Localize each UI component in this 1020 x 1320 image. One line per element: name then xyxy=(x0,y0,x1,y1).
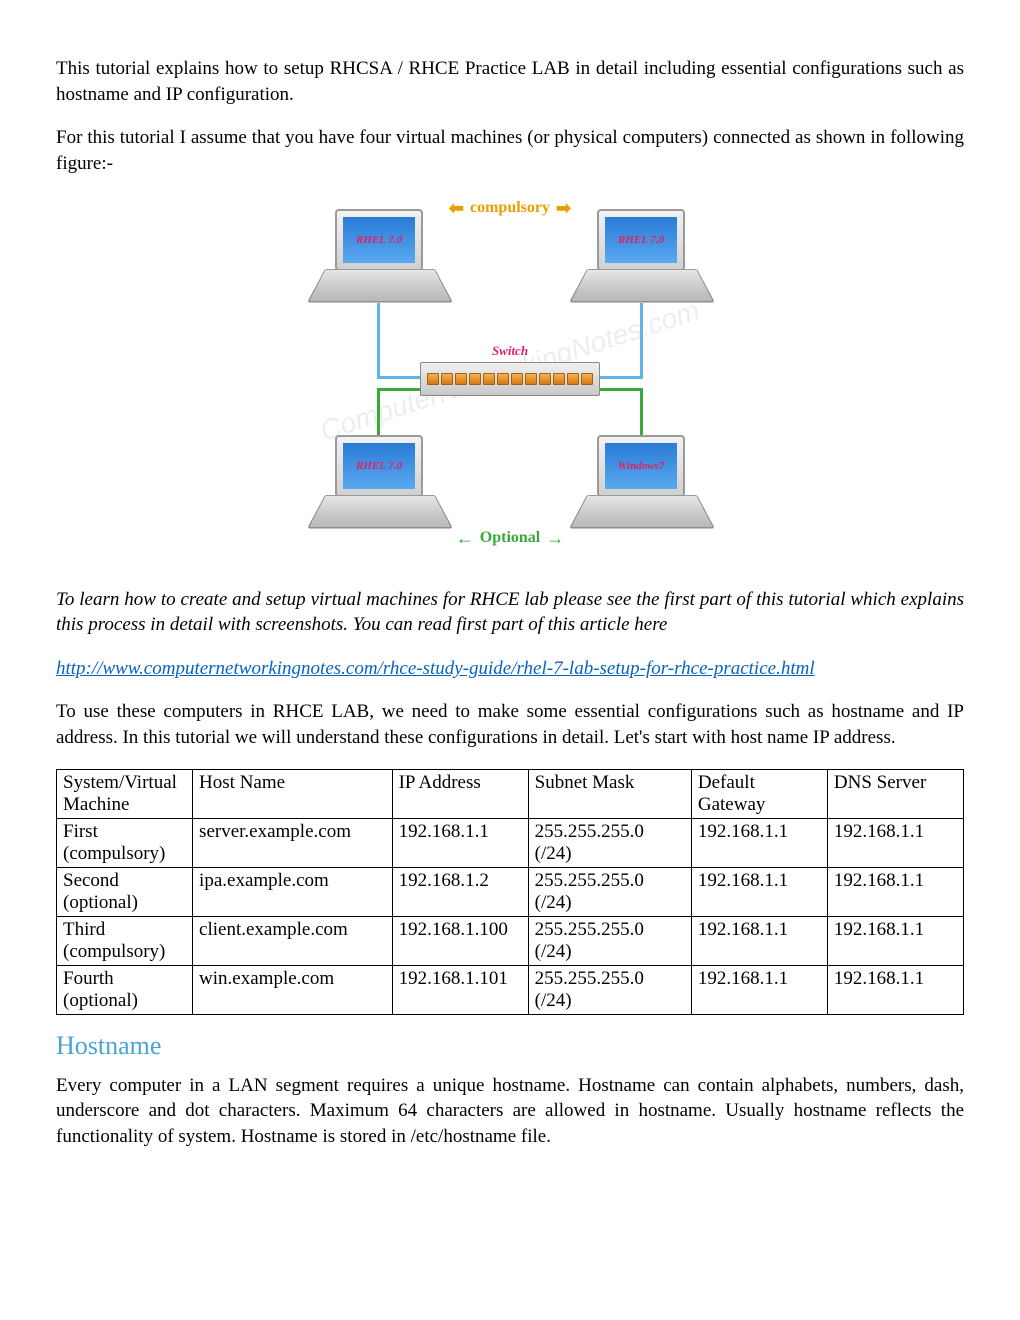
heading-hostname: Hostname xyxy=(56,1031,964,1061)
network-diagram-container: ⬅ compulsory ➡ ComputerNetworkingNotes.c… xyxy=(56,195,964,547)
cell-system: Fourth (optional) xyxy=(57,965,193,1014)
cell-system: First (compulsory) xyxy=(57,818,193,867)
network-diagram: ⬅ compulsory ➡ ComputerNetworkingNotes.c… xyxy=(321,195,699,547)
table-row: Second (optional) ipa.example.com 192.16… xyxy=(57,867,964,916)
laptop-bottom-right: Windows7 xyxy=(587,435,695,527)
arrow-right-icon: ➡ xyxy=(556,199,571,217)
tutorial-link-paragraph: http://www.computernetworkingnotes.com/r… xyxy=(56,656,964,682)
compulsory-text: compulsory xyxy=(470,199,550,217)
cell-hostname: win.example.com xyxy=(193,965,393,1014)
italic-note-paragraph: To learn how to create and setup virtual… xyxy=(56,587,964,638)
optional-text: Optional xyxy=(480,529,540,547)
cell-ip: 192.168.1.1 xyxy=(392,818,528,867)
cell-dns: 192.168.1.1 xyxy=(827,867,963,916)
wire-top-left-v xyxy=(377,303,380,379)
cell-subnet: 255.255.255.0 (/24) xyxy=(528,916,691,965)
cell-gateway: 192.168.1.1 xyxy=(691,818,827,867)
cell-ip: 192.168.1.101 xyxy=(392,965,528,1014)
wire-top-right-v xyxy=(640,303,643,379)
laptop-tl-label: RHEL 7.0 xyxy=(343,217,415,263)
wire-top-left-h xyxy=(377,376,421,379)
cell-subnet: 255.255.255.0 (/24) xyxy=(528,867,691,916)
cell-gateway: 192.168.1.1 xyxy=(691,867,827,916)
intro-paragraph-2: For this tutorial I assume that you have… xyxy=(56,125,964,176)
table-row: First (compulsory) server.example.com 19… xyxy=(57,818,964,867)
wire-bottom-right-h xyxy=(599,388,643,391)
cell-ip: 192.168.1.2 xyxy=(392,867,528,916)
th-gateway: Default Gateway xyxy=(691,769,827,818)
cell-subnet: 255.255.255.0 (/24) xyxy=(528,965,691,1014)
laptop-top-left: RHEL 7.0 xyxy=(325,209,433,301)
laptop-bottom-left: RHEL 7.0 xyxy=(325,435,433,527)
hostname-body-paragraph: Every computer in a LAN segment requires… xyxy=(56,1073,964,1150)
cell-gateway: 192.168.1.1 xyxy=(691,965,827,1014)
cell-dns: 192.168.1.1 xyxy=(827,916,963,965)
label-compulsory: ⬅ compulsory ➡ xyxy=(449,199,571,217)
th-system: System/Virtual Machine xyxy=(57,769,193,818)
th-subnet: Subnet Mask xyxy=(528,769,691,818)
cell-gateway: 192.168.1.1 xyxy=(691,916,827,965)
laptop-top-right: RHEL 7.0 xyxy=(587,209,695,301)
cell-system: Third (compulsory) xyxy=(57,916,193,965)
laptop-bl-label: RHEL 7.0 xyxy=(343,443,415,489)
cell-ip: 192.168.1.100 xyxy=(392,916,528,965)
cell-system: Second (optional) xyxy=(57,867,193,916)
switch-label: Switch xyxy=(492,343,528,359)
cell-dns: 192.168.1.1 xyxy=(827,818,963,867)
after-link-paragraph: To use these computers in RHCE LAB, we n… xyxy=(56,699,964,750)
arrow-left-icon: ⬅ xyxy=(449,199,464,217)
wire-bottom-left-h xyxy=(377,388,421,391)
network-switch-icon xyxy=(420,362,600,396)
tutorial-link[interactable]: http://www.computernetworkingnotes.com/r… xyxy=(56,658,815,679)
cell-subnet: 255.255.255.0 (/24) xyxy=(528,818,691,867)
th-dns: DNS Server xyxy=(827,769,963,818)
network-config-table: System/Virtual Machine Host Name IP Addr… xyxy=(56,769,964,1015)
wire-top-right-h xyxy=(599,376,643,379)
intro-paragraph-1: This tutorial explains how to setup RHCS… xyxy=(56,56,964,107)
table-row: Third (compulsory) client.example.com 19… xyxy=(57,916,964,965)
cell-hostname: server.example.com xyxy=(193,818,393,867)
arrow-left-green-icon: ← xyxy=(456,529,474,547)
cell-hostname: client.example.com xyxy=(193,916,393,965)
th-hostname: Host Name xyxy=(193,769,393,818)
table-row: Fourth (optional) win.example.com 192.16… xyxy=(57,965,964,1014)
cell-dns: 192.168.1.1 xyxy=(827,965,963,1014)
table-header-row: System/Virtual Machine Host Name IP Addr… xyxy=(57,769,964,818)
th-ip: IP Address xyxy=(392,769,528,818)
arrow-right-green-icon: → xyxy=(546,529,564,547)
laptop-br-label: Windows7 xyxy=(605,443,677,489)
laptop-tr-label: RHEL 7.0 xyxy=(605,217,677,263)
cell-hostname: ipa.example.com xyxy=(193,867,393,916)
label-optional: ← Optional → xyxy=(456,529,564,547)
